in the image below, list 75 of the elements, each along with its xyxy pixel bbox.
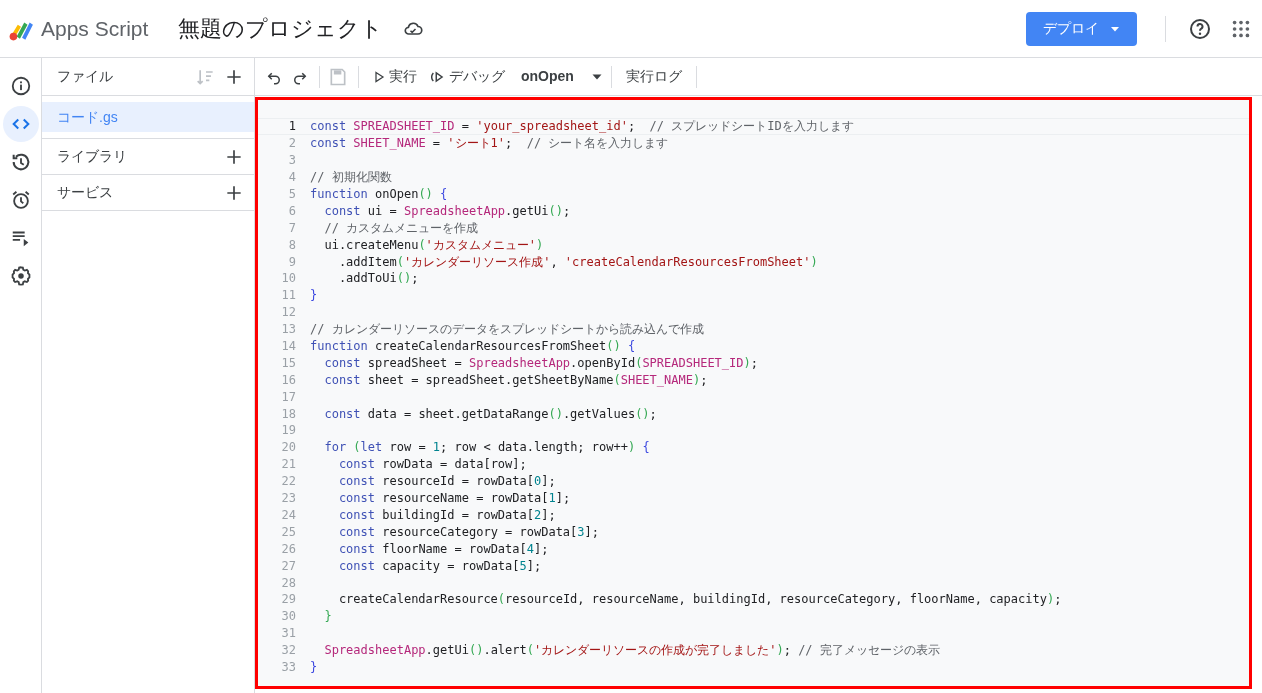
line-number: 25: [280, 523, 296, 541]
code-line: }: [310, 287, 318, 304]
code-line: // カレンダーリソースのデータをスプレッドシートから読み込んで作成: [310, 321, 704, 338]
line-number: 16: [280, 371, 296, 389]
line-number: 2: [287, 135, 296, 153]
line-number: 14: [280, 338, 296, 356]
line-number: 11: [280, 287, 296, 305]
line-number: 15: [280, 354, 296, 372]
line-number: 32: [280, 642, 296, 660]
project-title[interactable]: 無題のプロジェクト: [178, 12, 384, 45]
code-line: const resourceCategory = rowData[3];: [337, 523, 599, 540]
code-line: function createCalendarResourcesFromSheet() {: [310, 338, 636, 354]
debug-button[interactable]: デバッグ: [431, 66, 505, 87]
line-number: 33: [280, 658, 296, 676]
line-number: 10: [280, 270, 296, 288]
code-line: const spreadSheet = SpreadsheetApp.openById(SPREADSHEET_ID);: [323, 354, 758, 371]
line-number: 13: [280, 321, 296, 339]
function-select[interactable]: onOpen: [521, 66, 603, 87]
line-number: 8: [287, 236, 296, 254]
code-line: ui.createMenu('カスタムメニュー'): [323, 236, 544, 253]
line-number: 20: [280, 439, 296, 457]
line-number: 26: [280, 540, 296, 558]
code-line: const resourceId = rowData[0];: [337, 473, 556, 490]
line-number: 19: [280, 422, 296, 440]
line-number: 31: [280, 625, 296, 643]
line-number: 28: [280, 574, 296, 592]
line-number: 23: [280, 490, 296, 508]
line-number: 4: [287, 169, 296, 187]
line-number: 12: [280, 304, 296, 322]
execution-log-button[interactable]: 実行ログ: [626, 66, 682, 87]
code-line: .addToUi();: [337, 270, 419, 287]
code-line: .addItem('カレンダーリソース作成', 'createCalendarResourcesFromSheet'): [337, 253, 818, 270]
code-line: }: [323, 608, 332, 625]
code-line: // カスタムメニューを作成: [323, 219, 479, 236]
line-number: 24: [280, 506, 296, 524]
code-line: const data = sheet.getDataRange().getValues();: [323, 405, 657, 422]
code-line: // 初期化関数: [310, 169, 392, 186]
code-line: createCalendarResource(resourceId, resourceName, buildingId, resourceCategory, floorName, capacity);: [337, 591, 1062, 608]
line-number: 9: [287, 253, 296, 271]
debug-icon: [431, 69, 445, 84]
line-number: 3: [287, 152, 296, 170]
section-label: サービス: [57, 183, 114, 202]
run-button[interactable]: 実行: [373, 66, 417, 87]
line-number: 27: [280, 557, 296, 575]
section-label: ライブラリ: [57, 147, 128, 166]
line-number: 1: [287, 118, 296, 136]
code-line: const rowData = data[row];: [337, 456, 527, 473]
help-icon[interactable]: [1188, 16, 1212, 41]
code-icon[interactable]: [2, 106, 39, 142]
files-heading: ファイル: [57, 67, 114, 86]
deploy-button[interactable]: デプロイ: [1026, 11, 1137, 46]
line-number: 7: [287, 219, 296, 237]
code-line: const resourceName = rowData[1];: [337, 490, 571, 507]
code-line: SpreadsheetApp.getUi().alert('カレンダーリソースの作成が完了しました'); // 完了メッセージの表示: [323, 642, 940, 659]
line-number: 29: [280, 591, 296, 609]
code-line: function onOpen() {: [310, 186, 448, 202]
line-number: 21: [280, 456, 296, 474]
code-line: const SPREADSHEET_ID = 'your_spreadsheet_id'; // スプレッドシートIDを入力します: [310, 118, 854, 135]
code-line: }: [310, 658, 318, 675]
play-icon: [373, 70, 385, 83]
code-line: const capacity = rowData[5];: [337, 557, 542, 574]
app-name: Apps Script: [41, 15, 149, 42]
line-number: 18: [280, 405, 296, 423]
line-number: 22: [280, 473, 296, 491]
code-line: const SHEET_NAME = 'シート1'; // シート名を入力します: [310, 135, 669, 152]
code-line: const sheet = spreadSheet.getSheetByName(SHEET_NAME);: [323, 371, 708, 388]
line-number: 5: [287, 186, 296, 203]
code-line: const ui = SpreadsheetApp.getUi();: [323, 202, 571, 219]
line-number: 30: [280, 608, 296, 626]
line-number: 6: [287, 202, 296, 220]
code-line: const buildingId = rowData[2];: [337, 506, 556, 523]
code-line: for (let row = 1; row < data.length; row++) {: [323, 439, 650, 456]
code-editor[interactable]: [255, 97, 1252, 689]
code-line: const floorName = rowData[4];: [337, 540, 549, 557]
line-number: 17: [280, 388, 296, 406]
